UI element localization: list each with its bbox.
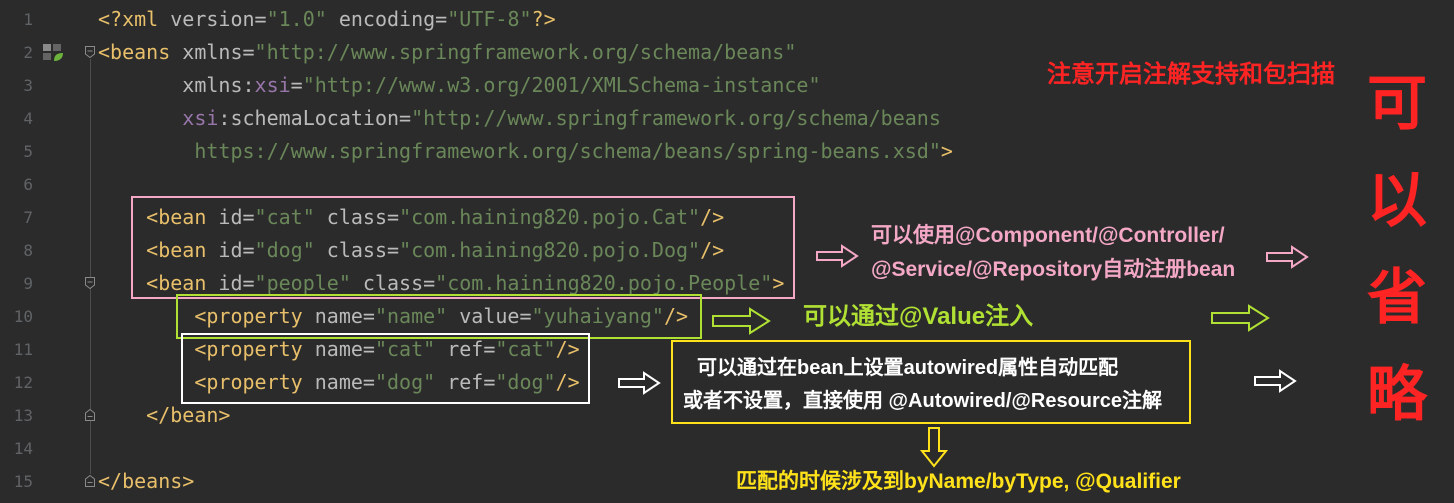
annotation-scan-note: 注意开启注解支持和包扫描 xyxy=(1047,61,1335,88)
fold-start-icon[interactable] xyxy=(84,45,96,59)
line-number: 10 xyxy=(13,307,33,326)
line-number: 6 xyxy=(23,175,33,194)
line-number: 4 xyxy=(23,109,33,128)
xml-string-token: "http://www.springframework.org/schema/b… xyxy=(254,40,797,64)
code-line[interactable]: 4 xsi:schemaLocation="http://www.springf… xyxy=(0,102,1454,135)
code-line[interactable]: 5 https://www.springframework.org/schema… xyxy=(0,135,1454,168)
xml-string-token: https://www.springframework.org/schema/b… xyxy=(98,139,941,163)
code-line[interactable]: 15 </beans> xyxy=(0,465,1454,498)
xml-attribute-token: :schemaLocation= xyxy=(218,106,412,130)
annotation-qualifier-note: 匹配的时候涉及到byName/byType, @Qualifier xyxy=(736,470,1181,493)
line-number: 11 xyxy=(13,340,33,359)
line-number: 13 xyxy=(13,406,33,425)
code-text: xmlns:xsi="http://www.w3.org/2001/XMLSch… xyxy=(98,69,820,102)
xml-string-token: "1.0" xyxy=(266,7,327,31)
line-number: 12 xyxy=(13,373,33,392)
line-number: 5 xyxy=(23,142,33,161)
xml-tag-token: </beans> xyxy=(98,469,195,493)
right-arrow-icon xyxy=(1211,304,1270,332)
xml-namespace-prefix-token: xsi xyxy=(254,73,291,97)
line-number: 15 xyxy=(13,472,33,491)
spring-bean-icon[interactable] xyxy=(42,42,64,62)
annotation-value-note: 可以通过@Value注入 xyxy=(803,303,1034,330)
right-arrow-icon xyxy=(1254,369,1297,393)
right-arrow-icon xyxy=(712,307,771,335)
xml-tag-token: > xyxy=(940,139,953,163)
annotation-box-ref-properties xyxy=(181,333,590,404)
right-arrow-icon xyxy=(618,371,661,395)
xml-attribute-token: xmlns: xyxy=(98,73,255,97)
annotation-component-note-line: @Service/@Repository自动注册bean xyxy=(871,258,1236,281)
fold-start-icon[interactable] xyxy=(84,276,96,290)
xml-tag-token: ?> xyxy=(531,7,556,31)
line-number: 1 xyxy=(23,10,33,29)
xml-tag-token: </bean> xyxy=(98,403,231,427)
annotation-omit-note: 可以省略 xyxy=(1367,70,1427,428)
annotation-autowired-note-line: 可以通过在bean上设置autowired属性自动匹配 xyxy=(697,357,1119,379)
line-number: 3 xyxy=(23,76,33,95)
xml-attribute-token: version= xyxy=(158,7,267,31)
xml-string-token: "http://www.springframework.org/schema/b… xyxy=(411,106,941,130)
code-editor: 1 <?xml version="1.0" encoding="UTF-8"?> 2… xyxy=(0,0,1454,503)
code-text: <beans xmlns="http://www.springframework… xyxy=(98,36,796,69)
down-arrow-icon xyxy=(919,427,949,468)
annotation-box-bean-definitions xyxy=(131,196,795,299)
right-arrow-icon xyxy=(1266,245,1309,269)
xml-attribute-token: xmlns= xyxy=(170,40,255,64)
code-text: https://www.springframework.org/schema/b… xyxy=(98,135,953,168)
xml-attribute-token: encoding= xyxy=(326,7,448,31)
code-line[interactable]: 14 xyxy=(0,432,1454,465)
line-number: 14 xyxy=(13,439,33,458)
code-line[interactable]: 1 <?xml version="1.0" encoding="UTF-8"?> xyxy=(0,3,1454,36)
line-number: 8 xyxy=(23,241,33,260)
line-number: 2 xyxy=(23,43,33,62)
xml-tag-token: <beans xyxy=(98,40,171,64)
xml-string-token: "UTF-8" xyxy=(447,7,532,31)
code-text: <?xml version="1.0" encoding="UTF-8"?> xyxy=(98,3,556,36)
code-text: </beans> xyxy=(98,465,194,498)
xml-tag-token: <?xml xyxy=(98,7,159,31)
right-arrow-icon xyxy=(816,244,859,268)
fold-end-icon[interactable] xyxy=(84,408,96,422)
fold-end-icon[interactable] xyxy=(84,474,96,488)
xml-namespace-prefix-token: xsi xyxy=(98,106,219,130)
annotation-component-note-line: 可以使用@Component/@Controller/ xyxy=(871,224,1225,247)
xml-string-token: "http://www.w3.org/2001/XMLSchema-instan… xyxy=(302,73,821,97)
line-number: 9 xyxy=(23,274,33,293)
code-text: xsi:schemaLocation="http://www.springfra… xyxy=(98,102,941,135)
annotation-autowired-note-line: 或者不设置，直接使用 @Autowired/@Resource注解 xyxy=(683,390,1163,412)
line-number: 7 xyxy=(23,208,33,227)
xml-attribute-token: = xyxy=(290,73,303,97)
